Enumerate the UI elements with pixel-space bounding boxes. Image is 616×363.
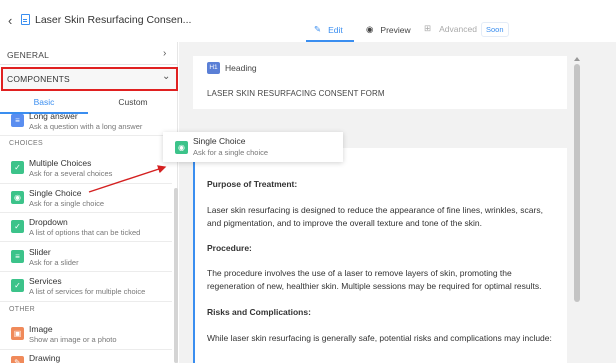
annotation-arrow <box>88 165 167 193</box>
